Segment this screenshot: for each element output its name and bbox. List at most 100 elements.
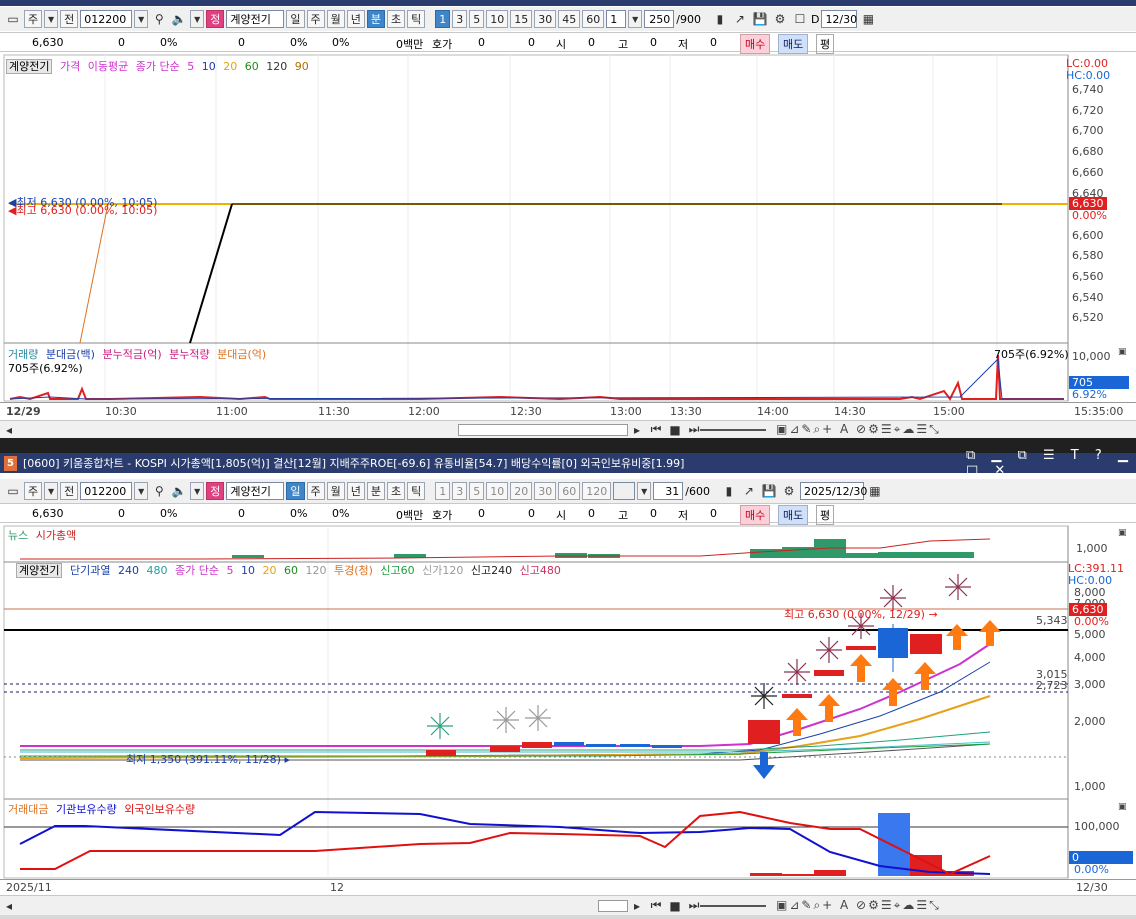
code-input[interactable]: 012200 — [80, 10, 133, 28]
stop-icon[interactable]: ■ — [666, 421, 684, 439]
legend-short-over[interactable]: 단기과열 — [70, 564, 110, 577]
chevron-down-icon[interactable]: ▼ — [134, 10, 149, 28]
tool-icons[interactable]: ▣⊿✎⌕+ A ⊘⚙☰⌖☁☰⤡ — [776, 422, 941, 437]
calendar-icon[interactable]: ▦ — [866, 482, 884, 500]
interval-30[interactable]: 30 — [534, 10, 557, 28]
chevron-down-icon[interactable]: ▼ — [628, 10, 643, 28]
legend-stock-name[interactable]: 계양전기 — [6, 59, 53, 74]
legend-amount[interactable]: 거래대금 — [8, 803, 48, 816]
chevron-down-icon[interactable]: ▼ — [44, 10, 59, 28]
rewind-icon[interactable]: ⏮ — [647, 897, 665, 915]
period-minute[interactable]: 분 — [366, 482, 385, 500]
window-icon[interactable]: ▭ — [4, 482, 22, 500]
interval-1[interactable]: 1 — [435, 10, 451, 28]
candle-icon[interactable]: ▮ — [711, 10, 729, 28]
legend-inst[interactable]: 기관보유수량 — [56, 803, 117, 816]
candle-icon[interactable]: ▮ — [720, 482, 738, 500]
scroll-thumb[interactable] — [458, 423, 628, 436]
market-select[interactable]: 주 — [24, 482, 43, 500]
prev-button[interactable]: 전 — [60, 482, 79, 500]
chevron-down-icon[interactable]: ▼ — [190, 482, 205, 500]
market-select[interactable]: 주 — [24, 10, 43, 28]
save-icon[interactable]: 💾 — [751, 10, 769, 28]
legend-stock-name[interactable]: 계양전기 — [16, 563, 63, 578]
speaker-icon[interactable]: 🔈 — [170, 482, 188, 500]
legend-news[interactable]: 뉴스 — [8, 529, 28, 542]
buy-button[interactable]: 매수 — [740, 505, 771, 525]
interval-60[interactable]: 60 — [582, 10, 605, 28]
interval-1[interactable]: 1 — [435, 482, 451, 500]
legend-amount2[interactable]: 분대금(억) — [217, 348, 266, 361]
interval-input[interactable] — [613, 482, 636, 500]
period-second[interactable]: 초 — [387, 10, 406, 28]
prev-button[interactable]: 전 — [60, 10, 79, 28]
interval-3[interactable]: 3 — [452, 482, 468, 500]
interval-20[interactable]: 20 — [510, 482, 533, 500]
next-icon[interactable]: ▸ — [628, 421, 646, 439]
code-input[interactable]: 012200 — [80, 482, 133, 500]
legend-invest[interactable]: 투경(청) — [334, 564, 373, 577]
date-input[interactable]: 12/30 — [821, 10, 858, 28]
checkbox-icon[interactable]: ☐ — [791, 10, 809, 28]
count-input[interactable]: 31 — [653, 482, 684, 500]
legend-new120[interactable]: 신가120 — [422, 564, 463, 577]
scroll-left-icon[interactable]: ◂ — [0, 897, 18, 915]
period-day[interactable]: 일 — [286, 10, 305, 28]
period-tick[interactable]: 틱 — [407, 10, 426, 28]
interval-10[interactable]: 10 — [486, 482, 509, 500]
interval-30[interactable]: 30 — [534, 482, 557, 500]
collapse-icon[interactable]: ▣ — [1118, 802, 1127, 812]
chevron-down-icon[interactable]: ▼ — [190, 10, 205, 28]
zoom-slider[interactable] — [700, 429, 766, 431]
legend-cap[interactable]: 시가총액 — [36, 529, 76, 542]
speaker-icon[interactable]: 🔈 — [170, 10, 188, 28]
interval-120[interactable]: 120 — [582, 482, 612, 500]
interval-5[interactable]: 5 — [469, 482, 485, 500]
period-year[interactable]: 년 — [346, 10, 365, 28]
legend-high240[interactable]: 신고240 — [471, 564, 512, 577]
tool-icons[interactable]: ▣⊿✎⌕+ A ⊘⚙☰⌖☁☰⤡ — [776, 898, 941, 913]
eval-button[interactable]: 평 — [816, 34, 835, 54]
next-icon[interactable]: ▸ — [628, 897, 646, 915]
period-minute[interactable]: 분 — [366, 10, 385, 28]
gear-icon[interactable]: ⚙ — [771, 10, 789, 28]
search-icon[interactable]: ⚲ — [150, 482, 168, 500]
zoom-slider[interactable] — [700, 905, 766, 907]
collapse-icon[interactable]: ▣ — [1118, 347, 1127, 357]
interval-input[interactable]: 1 — [606, 10, 627, 28]
interval-5[interactable]: 5 — [469, 10, 485, 28]
legend-ma[interactable]: 이동평균 — [88, 60, 128, 73]
interval-3[interactable]: 3 — [452, 10, 468, 28]
period-month[interactable]: 월 — [326, 482, 345, 500]
favorite-button[interactable]: 정 — [206, 482, 225, 500]
scroll-thumb[interactable] — [598, 899, 628, 912]
sell-button[interactable]: 매도 — [778, 505, 809, 525]
legend-high480[interactable]: 신고480 — [520, 564, 561, 577]
chevron-down-icon[interactable]: ▼ — [134, 482, 149, 500]
save-icon[interactable]: 💾 — [760, 482, 778, 500]
scroll-left-icon[interactable]: ◂ — [0, 421, 18, 439]
sell-button[interactable]: 매도 — [778, 34, 809, 54]
legend-ma-type[interactable]: 종가 단순 — [175, 564, 219, 577]
draw-icon[interactable]: ↗ — [740, 482, 758, 500]
gear-icon[interactable]: ⚙ — [780, 482, 798, 500]
favorite-button[interactable]: 정 — [206, 10, 225, 28]
interval-60[interactable]: 60 — [558, 482, 581, 500]
period-day[interactable]: 일 — [286, 482, 305, 500]
interval-45[interactable]: 45 — [558, 10, 581, 28]
count-input[interactable]: 250 — [644, 10, 675, 28]
chevron-down-icon[interactable]: ▼ — [44, 482, 59, 500]
collapse-icon[interactable]: ▣ — [1118, 528, 1127, 538]
draw-icon[interactable]: ↗ — [731, 10, 749, 28]
period-second[interactable]: 초 — [387, 482, 406, 500]
search-icon[interactable]: ⚲ — [150, 10, 168, 28]
legend-cum-amount[interactable]: 분누적금(억) — [102, 348, 161, 361]
legend-foreign[interactable]: 외국인보유수량 — [124, 803, 195, 816]
calendar-icon[interactable]: ▦ — [859, 10, 877, 28]
buy-button[interactable]: 매수 — [740, 34, 771, 54]
legend-price[interactable]: 가격 — [60, 60, 80, 73]
interval-15[interactable]: 15 — [510, 10, 533, 28]
period-tick[interactable]: 틱 — [407, 482, 426, 500]
period-week[interactable]: 주 — [306, 482, 325, 500]
chevron-down-icon[interactable]: ▼ — [637, 482, 652, 500]
